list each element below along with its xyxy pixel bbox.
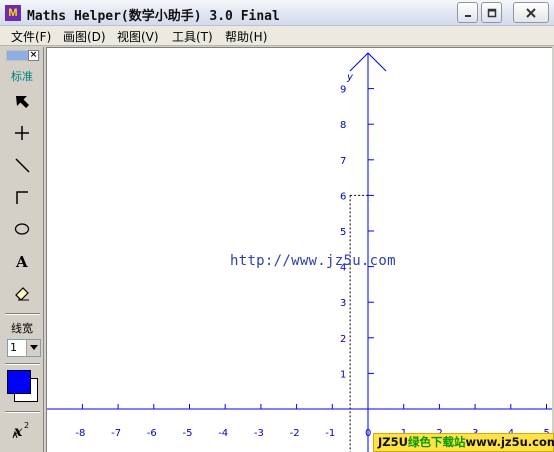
- close-icon: [526, 7, 536, 18]
- menu-help[interactable]: 帮助(H): [225, 28, 267, 45]
- formula-tool-button[interactable]: x 2: [8, 416, 36, 444]
- text-tool-icon: A: [15, 253, 28, 270]
- y-tick-label: 2: [340, 334, 346, 345]
- badge-suffix: www.jz5u.com: [465, 435, 554, 449]
- x-tick-label: -8: [75, 428, 85, 439]
- y-tick-label: 9: [340, 85, 346, 96]
- menu-tools[interactable]: 工具(T): [172, 28, 213, 45]
- app-icon: M: [5, 5, 21, 21]
- y-tick-label: 6: [340, 191, 346, 202]
- menu-bar: 文件(F) 画图(D) 视图(V) 工具(T) 帮助(H): [0, 26, 554, 46]
- ellipse-tool-icon: [14, 223, 30, 235]
- right-angle-icon: [16, 191, 28, 204]
- svg-text:A: A: [15, 253, 28, 270]
- y-tick-label: 7: [340, 156, 346, 167]
- menu-draw[interactable]: 画图(D): [63, 28, 106, 45]
- x-tick-label: -1: [325, 428, 335, 439]
- y-tick-label: 3: [340, 298, 346, 309]
- title-bar: M Maths Helper(数学小助手) 3.0 Final: [0, 0, 554, 26]
- minimize-icon: [464, 14, 471, 17]
- toolbar-divider: [5, 411, 40, 413]
- eraser-tool-button[interactable]: [8, 279, 36, 307]
- x-tick-label: -2: [290, 428, 300, 439]
- foreground-color-swatch[interactable]: [7, 370, 31, 394]
- select-arrow-icon: [16, 96, 29, 108]
- toolbar-divider: [5, 363, 40, 365]
- site-badge: JZ5U绿色下载站www.jz5u.com: [373, 433, 554, 452]
- select-tool-button[interactable]: [8, 88, 36, 116]
- menu-view[interactable]: 视图(V): [117, 28, 159, 45]
- x-tick-label: -7: [111, 428, 121, 439]
- x-tick-label: -6: [147, 428, 157, 439]
- close-button[interactable]: [513, 2, 549, 23]
- text-tool-button[interactable]: A: [8, 247, 36, 275]
- maximize-icon: [487, 8, 496, 17]
- y-tick-label: 8: [340, 120, 346, 131]
- mode-label: 标准: [11, 70, 33, 83]
- toolbar-divider: [5, 313, 40, 315]
- minimize-button[interactable]: [457, 2, 478, 23]
- y-tick-label: 1: [340, 369, 346, 380]
- x-tick-label: -4: [218, 428, 228, 439]
- tool-panel: × 标准 A 线宽 1 x 2: [0, 47, 44, 452]
- x-tick-label: -3: [254, 428, 264, 439]
- line-width-value: 1: [10, 341, 17, 354]
- crosshair-point-icon: [15, 126, 29, 140]
- line-width-select[interactable]: 1: [7, 339, 41, 357]
- line-tool-icon: [15, 158, 30, 173]
- ellipse-tool-button[interactable]: [8, 215, 36, 243]
- watermark-url: http://www.jz5u.com: [230, 253, 396, 269]
- angle-tool-button[interactable]: [8, 183, 36, 211]
- maximize-button[interactable]: [481, 2, 502, 23]
- badge-middle: 绿色下载站: [407, 435, 466, 449]
- svg-text:2: 2: [24, 421, 29, 430]
- line-width-label: 线宽: [11, 322, 33, 335]
- window-title: Maths Helper(数学小助手) 3.0 Final: [27, 9, 280, 24]
- x-tick-label: 0: [365, 428, 371, 439]
- line-width-dropdown-button[interactable]: [26, 340, 40, 356]
- badge-prefix: JZ5U: [378, 435, 408, 449]
- x-tick-label: -5: [183, 428, 193, 439]
- line-tool-button[interactable]: [8, 151, 36, 179]
- y-axis-label: y: [346, 72, 354, 83]
- tool-panel-header[interactable]: ×: [6, 50, 40, 61]
- function-x2-icon: x 2: [12, 421, 29, 440]
- tool-panel-close-icon[interactable]: ×: [28, 50, 39, 61]
- y-tick-label: 5: [340, 227, 346, 238]
- point-tool-button[interactable]: [8, 119, 36, 147]
- coordinate-graph: y-8-7-6-5-4-3-2-1012345123456789: [47, 52, 553, 452]
- chevron-down-icon: [29, 345, 38, 350]
- menu-file[interactable]: 文件(F): [11, 28, 51, 45]
- eraser-icon: [15, 287, 29, 301]
- drawing-canvas[interactable]: y-8-7-6-5-4-3-2-1012345123456789 http://…: [46, 47, 553, 452]
